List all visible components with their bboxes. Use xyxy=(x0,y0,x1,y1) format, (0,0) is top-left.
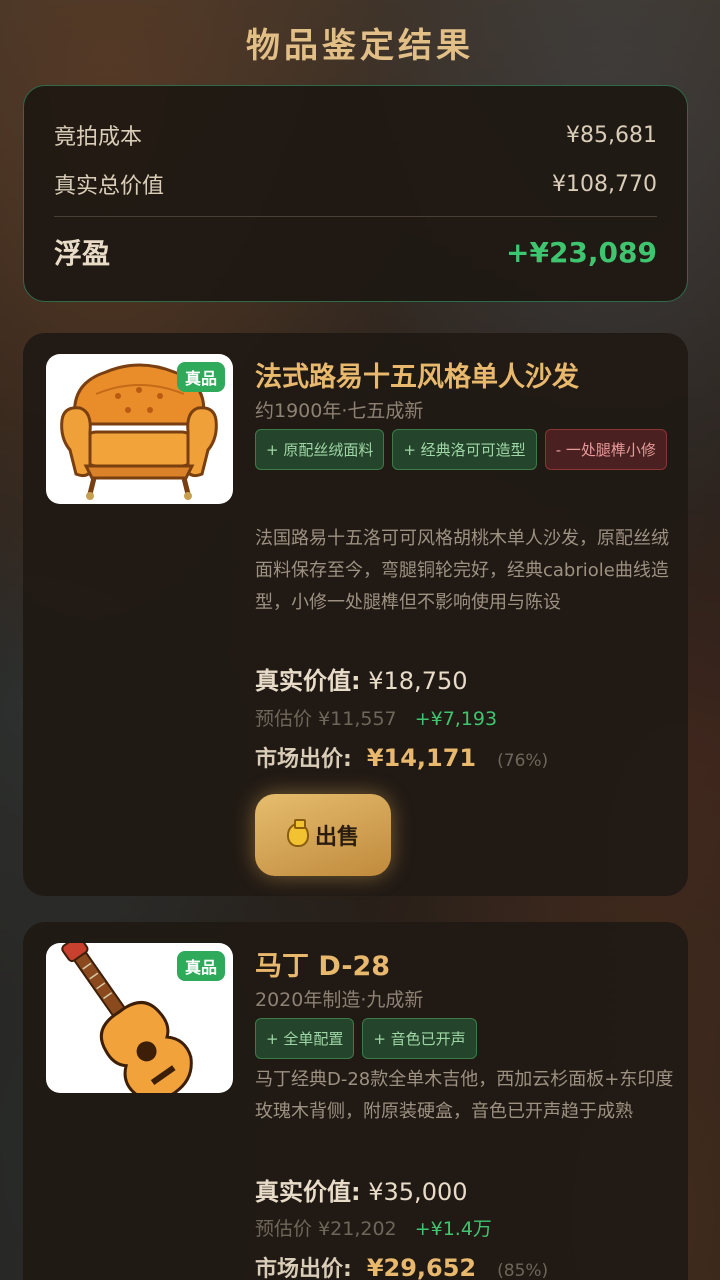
item-card: 真品 法式路易十五风格单人沙发 约1900年·七五成新 + 原配丝绒面料 + 经… xyxy=(23,333,688,896)
tag-positive: + 全单配置 xyxy=(255,1018,355,1059)
item-subtitle: 约1900年·七五成新 xyxy=(255,400,424,422)
item-subtitle: 2020年制造·九成新 xyxy=(255,989,424,1011)
money-bag-icon xyxy=(286,819,309,847)
item-card: 真品 马丁 D-28 2020年制造·九成新 + 全单配置 + 音色已开声 马丁… xyxy=(23,922,688,1280)
item-image: 真品 xyxy=(46,354,233,504)
cost-label: 竟拍成本 xyxy=(54,125,143,150)
item-tags: + 原配丝绒面料 + 经典洛可可造型 - 一处腿榫小修 xyxy=(255,429,675,470)
item-name: 马丁 D-28 xyxy=(255,951,391,982)
market-offer-percent: (76%) xyxy=(497,751,549,771)
item-image: 真品 xyxy=(46,943,233,1093)
profit-label: 浮盈 xyxy=(54,237,111,270)
total-value-row: 真实总价值 ¥108,770 xyxy=(54,168,657,200)
real-value-amount: ¥35,000 xyxy=(368,1178,468,1206)
market-offer-row: 市场出价: ¥29,652 (85%) xyxy=(255,1251,548,1280)
estimate-row: 预估价 ¥21,202 +¥1.4万 xyxy=(255,1214,492,1241)
estimate-label: 预估价 xyxy=(255,708,313,730)
profit-value: +¥23,089 xyxy=(506,235,657,269)
total-value-amount: ¥108,770 xyxy=(552,171,657,197)
tag-positive: + 经典洛可可造型 xyxy=(392,429,537,470)
market-offer-price: ¥29,652 xyxy=(366,1254,477,1280)
sell-button-label: 出售 xyxy=(314,825,359,850)
cost-row: 竟拍成本 ¥85,681 xyxy=(54,119,657,151)
market-offer-row: 市场出价: ¥14,171 (76%) xyxy=(255,741,548,773)
authentic-badge: 真品 xyxy=(176,951,225,981)
item-name: 法式路易十五风格单人沙发 xyxy=(255,362,579,393)
real-value: 真实价值: ¥35,000 xyxy=(255,1172,468,1207)
sell-button[interactable]: 出售 xyxy=(255,794,391,876)
profit-row: 浮盈 +¥23,089 xyxy=(54,232,657,272)
real-value-label: 真实价值: xyxy=(255,667,361,695)
total-value-label: 真实总价值 xyxy=(54,174,165,199)
estimate-label: 预估价 xyxy=(255,1218,313,1240)
item-tags: + 全单配置 + 音色已开声 xyxy=(255,1018,675,1059)
tag-positive: + 原配丝绒面料 xyxy=(255,429,385,470)
estimate-row: 预估价 ¥11,557 +¥7,193 xyxy=(255,704,497,731)
market-offer-price: ¥14,171 xyxy=(366,744,477,772)
real-value-amount: ¥18,750 xyxy=(368,667,468,695)
tag-positive: + 音色已开声 xyxy=(362,1018,477,1059)
estimate-value: ¥21,202 xyxy=(318,1218,397,1240)
market-offer-percent: (85%) xyxy=(497,1261,549,1280)
real-value-label: 真实价值: xyxy=(255,1178,361,1206)
cost-value: ¥85,681 xyxy=(566,122,657,148)
page-title: 物品鉴定结果 xyxy=(246,26,474,66)
item-description: 法国路易十五洛可可风格胡桃木单人沙发，原配丝绒面料保存至今，弯腿铜轮完好，经典c… xyxy=(255,528,669,613)
estimate-gain: +¥1.4万 xyxy=(414,1218,492,1240)
estimate-gain: +¥7,193 xyxy=(414,708,498,730)
real-value: 真实价值: ¥18,750 xyxy=(255,661,468,696)
summary-panel: 竟拍成本 ¥85,681 真实总价值 ¥108,770 浮盈 +¥23,089 xyxy=(23,85,688,302)
market-offer-label: 市场出价: xyxy=(255,1257,352,1280)
item-description: 马丁经典D-28款全单木吉他，西加云杉面板+东印度玫瑰木背侧，附原装硬盒，音色已… xyxy=(255,1069,674,1122)
tag-negative: - 一处腿榫小修 xyxy=(544,429,667,470)
summary-divider xyxy=(54,216,657,217)
market-offer-label: 市场出价: xyxy=(255,747,352,772)
estimate-value: ¥11,557 xyxy=(318,708,397,730)
authentic-badge: 真品 xyxy=(176,362,225,392)
